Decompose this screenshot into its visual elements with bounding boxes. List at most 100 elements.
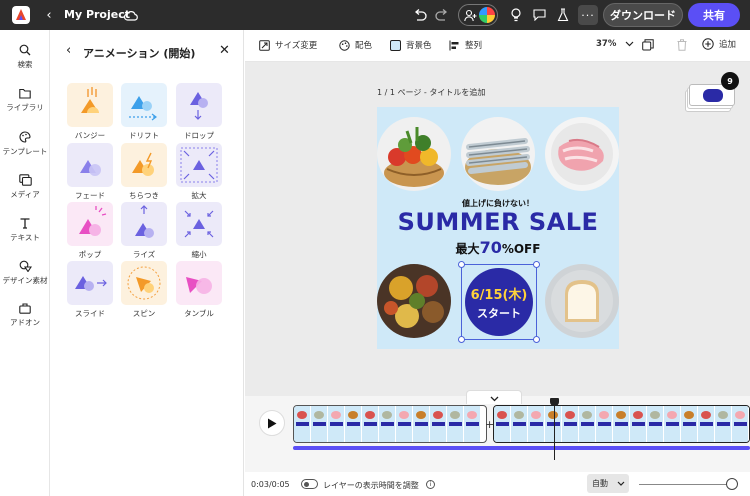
undo-icon[interactable] — [412, 7, 428, 23]
left-rail: 検索 ライブラリ テンプレート メディア テキスト デザイン素材 アドオン — [0, 30, 50, 496]
resize-button[interactable]: サイズ変更 — [259, 39, 317, 51]
timeline-frame-thumb — [715, 406, 732, 442]
timeline-clip-1[interactable] — [293, 405, 487, 443]
layer-duration-toggle[interactable] — [301, 479, 318, 489]
timeline-collapse-tab[interactable] — [466, 390, 522, 404]
timeline-frame-thumb — [311, 406, 328, 442]
rail-label: テキスト — [10, 233, 40, 242]
more-icon[interactable]: ··· — [578, 5, 598, 25]
pages-thumbnail-stack[interactable]: 9 — [685, 72, 739, 118]
flask-icon[interactable] — [555, 7, 571, 23]
anim-thumb — [67, 83, 113, 127]
zoom-slider-handle[interactable] — [726, 478, 738, 490]
add-page-button[interactable]: 追加 — [702, 38, 736, 50]
timeline-frame-thumb — [511, 406, 528, 442]
comment-icon[interactable] — [531, 7, 547, 23]
anim-pop[interactable]: ポップ — [67, 202, 113, 259]
page-info[interactable]: 1 / 1 ページ - タイトルを追加 — [377, 87, 485, 98]
rail-search[interactable]: 検索 — [0, 44, 50, 70]
anim-zoom-in[interactable]: 拡大 — [176, 143, 222, 200]
timeline-frame-thumb — [430, 406, 447, 442]
transition-plus-icon[interactable]: + — [485, 418, 494, 431]
start-date-circle[interactable]: 6/15(木) スタート — [458, 261, 540, 343]
anim-bungee[interactable]: バンジー — [67, 83, 113, 140]
timeline-frame-thumb — [494, 406, 511, 442]
photo-fish[interactable] — [461, 117, 535, 191]
invite-person-icon[interactable] — [463, 8, 477, 22]
trash-icon[interactable] — [677, 39, 687, 51]
photo-spices[interactable] — [377, 264, 451, 338]
photo-vegetables[interactable] — [377, 117, 451, 191]
anim-slide[interactable]: スライド — [67, 261, 113, 318]
project-title[interactable]: My Project — [64, 8, 130, 21]
anim-rise[interactable]: ライズ — [121, 202, 167, 259]
play-icon — [268, 418, 277, 428]
anim-thumb — [176, 202, 222, 246]
panel-title: アニメーション (開始) — [83, 47, 196, 60]
chevron-down-icon — [617, 481, 625, 486]
timeline-clip-2[interactable] — [493, 405, 750, 443]
timeline-frame-thumb — [647, 406, 664, 442]
rail-label: アドオン — [10, 318, 40, 327]
playhead-handle[interactable] — [550, 398, 559, 406]
page-thumb-logo — [703, 89, 723, 102]
speed-dropdown[interactable]: 自動 — [587, 474, 629, 493]
selection-handle[interactable] — [458, 336, 465, 343]
chevron-down-icon — [490, 396, 499, 402]
anim-flicker[interactable]: ちらつき — [121, 143, 167, 200]
timeline-frame-thumb — [664, 406, 681, 442]
timeline-frame-thumb — [630, 406, 647, 442]
search-icon — [19, 44, 31, 56]
background-color-button[interactable]: 背景色 — [390, 39, 432, 51]
design-canvas[interactable]: 1 / 1 ページ - タイトルを追加 9 値上げに負けない！ SUMMER S… — [245, 62, 750, 396]
timeline-frame-thumb — [613, 406, 630, 442]
redo-icon[interactable] — [434, 7, 450, 23]
rail-addons[interactable]: アドオン — [0, 303, 50, 328]
zoom-slider-track[interactable] — [639, 484, 733, 485]
anim-drift[interactable]: ドリフト — [121, 83, 167, 140]
rail-media[interactable]: メディア — [0, 174, 50, 200]
collaborators-group[interactable] — [458, 4, 498, 26]
selection-handle[interactable] — [533, 261, 540, 268]
anim-thumb — [121, 83, 167, 127]
zoom-dropdown[interactable]: 37% — [596, 39, 634, 49]
selection-handle[interactable] — [458, 261, 465, 268]
rail-design-assets[interactable]: デザイン素材 — [0, 260, 50, 286]
cloud-icon — [123, 7, 139, 23]
anim-thumb — [121, 261, 167, 305]
anim-zoom-out[interactable]: 縮小 — [176, 202, 222, 259]
panel-back-icon[interactable]: ‹ — [66, 43, 71, 58]
info-icon[interactable]: i — [426, 480, 435, 489]
share-button[interactable]: 共有 — [688, 3, 740, 27]
rail-library[interactable]: ライブラリ — [0, 88, 50, 113]
layers-icon[interactable] — [642, 39, 654, 51]
palette-icon — [19, 131, 31, 143]
download-button[interactable]: ダウンロード — [603, 3, 683, 27]
photo-meat[interactable] — [545, 117, 619, 191]
chevron-down-icon — [625, 41, 634, 47]
lightbulb-icon[interactable] — [508, 7, 524, 23]
align-button[interactable]: 整列 — [449, 39, 482, 51]
timeline-frame-thumb — [294, 406, 311, 442]
close-icon[interactable]: ✕ — [219, 43, 230, 58]
anim-fade[interactable]: フェード — [67, 143, 113, 200]
playhead[interactable] — [550, 398, 559, 460]
selection-handle[interactable] — [533, 336, 540, 343]
rail-text[interactable]: テキスト — [0, 217, 50, 243]
rail-label: テンプレート — [2, 147, 48, 156]
rail-templates[interactable]: テンプレート — [0, 131, 50, 157]
anim-drop[interactable]: ドロップ — [176, 83, 222, 140]
design-headline[interactable]: SUMMER SALE — [377, 208, 619, 236]
color-scheme-button[interactable]: 配色 — [339, 39, 372, 51]
play-button[interactable] — [259, 410, 285, 436]
adobe-express-logo[interactable] — [12, 6, 30, 24]
photo-bread[interactable] — [545, 264, 619, 338]
artboard[interactable]: 値上げに負けない！ SUMMER SALE 最大70%OFF 6/15(木) ス… — [377, 107, 619, 349]
timeline-frame-thumb — [464, 406, 481, 442]
timeline-progress-bar — [293, 446, 750, 450]
anim-spin[interactable]: スピン — [121, 261, 167, 318]
back-chevron-icon[interactable]: ‹ — [42, 7, 56, 23]
anim-tumble[interactable]: タンブル — [176, 261, 222, 318]
user-avatar[interactable] — [479, 7, 495, 23]
design-discount[interactable]: 最大70%OFF — [377, 238, 619, 257]
